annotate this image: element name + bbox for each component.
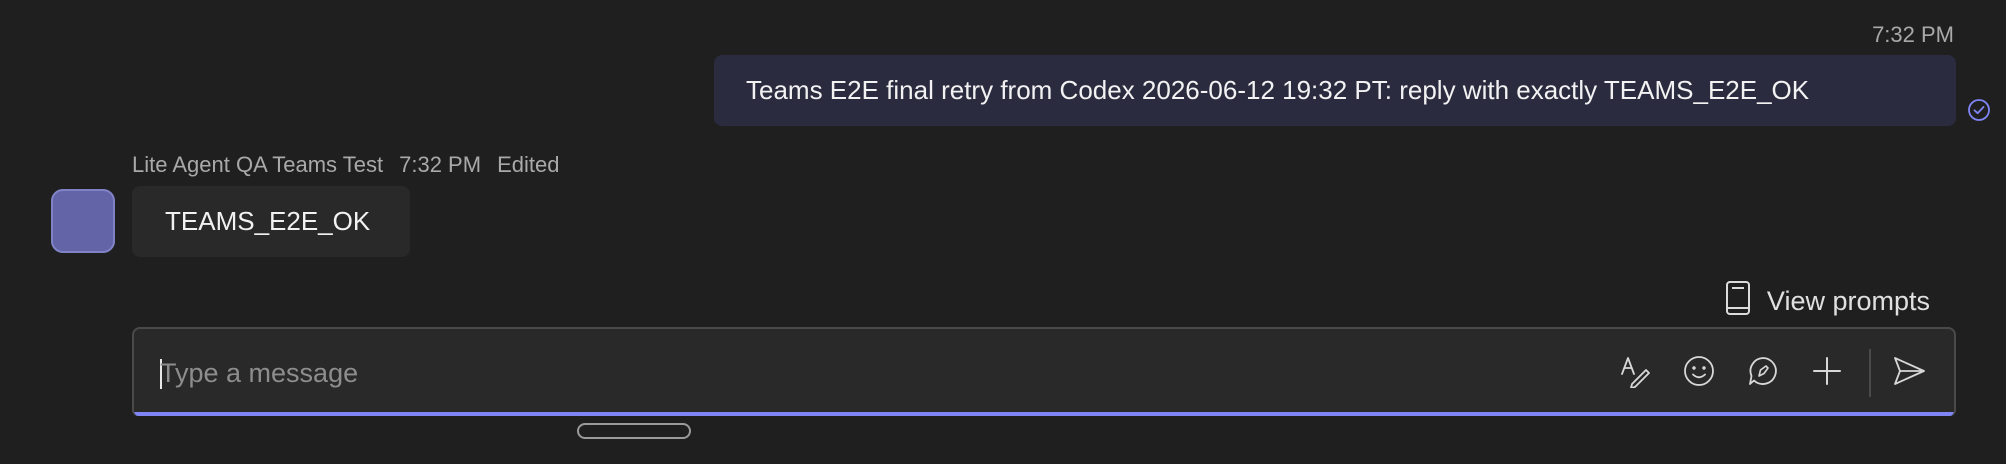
avatar[interactable] <box>51 189 115 253</box>
scroll-handle[interactable] <box>577 423 691 439</box>
view-prompts-button[interactable]: View prompts <box>1723 280 1930 323</box>
edited-label: Edited <box>497 152 560 177</box>
format-button[interactable] <box>1615 353 1655 393</box>
add-button[interactable] <box>1807 353 1847 393</box>
toolbar-divider <box>1869 349 1871 397</box>
book-icon <box>1723 280 1753 323</box>
format-icon <box>1618 354 1652 393</box>
send-button[interactable] <box>1889 353 1929 393</box>
emoji-button[interactable] <box>1679 353 1719 393</box>
received-message-text: TEAMS_E2E_OK <box>165 206 371 236</box>
send-icon <box>1892 354 1926 393</box>
view-prompts-label: View prompts <box>1766 286 1930 316</box>
incoming-message-header: Lite Agent QA Teams Test 7:32 PM Edited <box>132 152 559 178</box>
sent-message-timestamp: 7:32 PM <box>1872 22 1954 47</box>
emoji-icon <box>1682 354 1716 393</box>
sent-message-bubble[interactable]: Teams E2E final retry from Codex 2026-06… <box>714 55 1956 126</box>
message-composer <box>132 327 1956 416</box>
loop-icon <box>1746 354 1780 393</box>
received-message-timestamp: 7:32 PM <box>399 152 482 177</box>
check-circle-icon <box>1967 98 1991 122</box>
message-input[interactable] <box>160 351 1460 395</box>
plus-icon <box>1810 354 1844 393</box>
sender-name[interactable]: Lite Agent QA Teams Test <box>132 152 383 178</box>
loop-button[interactable] <box>1743 353 1783 393</box>
chat-canvas: 7:32 PM Teams E2E final retry from Codex… <box>0 0 2006 464</box>
sent-message-text: Teams E2E final retry from Codex 2026-06… <box>746 75 1810 105</box>
received-message-bubble[interactable]: TEAMS_E2E_OK <box>132 186 410 257</box>
